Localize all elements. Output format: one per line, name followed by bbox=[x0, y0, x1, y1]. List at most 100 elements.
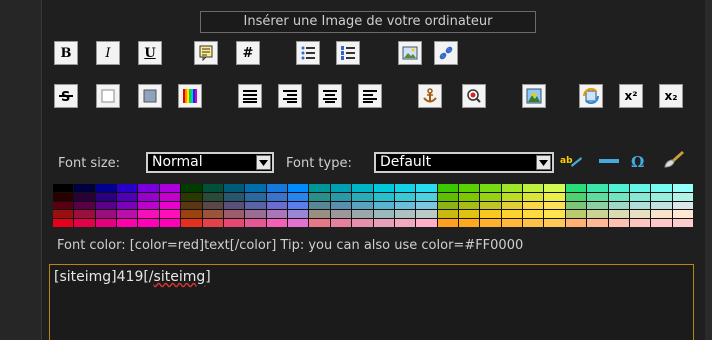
color-swatch[interactable] bbox=[394, 184, 416, 192]
color-swatch[interactable] bbox=[223, 210, 245, 219]
color-swatch[interactable] bbox=[565, 210, 587, 219]
color-swatch[interactable] bbox=[330, 184, 352, 192]
color-swatch[interactable] bbox=[394, 219, 416, 227]
color-swatch[interactable] bbox=[74, 201, 95, 210]
align-center-button[interactable] bbox=[318, 84, 342, 108]
color-picker-button[interactable] bbox=[178, 84, 202, 108]
color-swatch[interactable] bbox=[138, 184, 159, 192]
color-swatch[interactable] bbox=[53, 201, 74, 210]
color-swatch[interactable] bbox=[373, 184, 394, 192]
color-swatch[interactable] bbox=[458, 201, 480, 210]
color-swatch[interactable] bbox=[202, 192, 223, 201]
color-swatch[interactable] bbox=[95, 210, 117, 219]
align-right-button[interactable] bbox=[278, 84, 302, 108]
color-swatch[interactable] bbox=[309, 184, 330, 192]
color-swatch[interactable] bbox=[74, 192, 95, 201]
color-swatch[interactable] bbox=[53, 210, 74, 219]
color-swatch[interactable] bbox=[458, 184, 480, 192]
color-swatch[interactable] bbox=[288, 219, 309, 227]
color-swatch[interactable] bbox=[330, 219, 352, 227]
color-swatch[interactable] bbox=[117, 184, 138, 192]
bullet-list-button[interactable] bbox=[296, 41, 320, 65]
color-swatch[interactable] bbox=[501, 192, 523, 201]
color-swatch[interactable] bbox=[288, 184, 309, 192]
search-button[interactable] bbox=[462, 84, 486, 108]
color-swatch[interactable] bbox=[629, 184, 651, 192]
color-swatch[interactable] bbox=[480, 210, 501, 219]
color-swatch[interactable] bbox=[159, 201, 181, 210]
color-swatch[interactable] bbox=[138, 219, 159, 227]
color-swatch[interactable] bbox=[117, 201, 138, 210]
color-swatch[interactable] bbox=[330, 210, 352, 219]
color-swatch[interactable] bbox=[608, 210, 629, 219]
color-swatch[interactable] bbox=[458, 192, 480, 201]
color-swatch[interactable] bbox=[672, 192, 693, 201]
color-swatch[interactable] bbox=[95, 192, 117, 201]
color-swatch[interactable] bbox=[202, 201, 223, 210]
color-swatch[interactable] bbox=[587, 192, 608, 201]
color-swatch[interactable] bbox=[202, 210, 223, 219]
color-swatch[interactable] bbox=[565, 192, 587, 201]
color-swatch[interactable] bbox=[159, 210, 181, 219]
color-swatch[interactable] bbox=[608, 219, 629, 227]
color-swatch[interactable] bbox=[608, 192, 629, 201]
color-swatch[interactable] bbox=[672, 219, 693, 227]
color-swatch[interactable] bbox=[309, 201, 330, 210]
color-swatch[interactable] bbox=[53, 219, 74, 227]
color-swatch[interactable] bbox=[480, 201, 501, 210]
color-swatch[interactable] bbox=[117, 219, 138, 227]
color-swatch[interactable] bbox=[587, 201, 608, 210]
color-swatch[interactable] bbox=[651, 192, 672, 201]
color-swatch[interactable] bbox=[629, 192, 651, 201]
color-swatch[interactable] bbox=[437, 192, 458, 201]
color-swatch[interactable] bbox=[394, 210, 416, 219]
underline-button[interactable]: U bbox=[138, 41, 162, 65]
color-swatch[interactable] bbox=[352, 184, 373, 192]
color-swatch[interactable] bbox=[608, 184, 629, 192]
color-swatch[interactable] bbox=[117, 192, 138, 201]
color-swatch[interactable] bbox=[587, 184, 608, 192]
color-swatch[interactable] bbox=[373, 219, 394, 227]
color-swatch[interactable] bbox=[501, 219, 523, 227]
color-swatch[interactable] bbox=[501, 184, 523, 192]
color-swatch[interactable] bbox=[95, 201, 117, 210]
color-swatch[interactable] bbox=[651, 210, 672, 219]
subscript-button[interactable]: x₂ bbox=[659, 84, 683, 108]
color-swatch[interactable] bbox=[437, 201, 458, 210]
color-swatch[interactable] bbox=[565, 201, 587, 210]
color-swatch[interactable] bbox=[181, 184, 202, 192]
color-swatch[interactable] bbox=[309, 219, 330, 227]
color-swatch[interactable] bbox=[437, 219, 458, 227]
color-swatch[interactable] bbox=[544, 192, 565, 201]
color-swatch[interactable] bbox=[117, 210, 138, 219]
color-swatch[interactable] bbox=[629, 210, 651, 219]
color-swatch[interactable] bbox=[95, 219, 117, 227]
color-swatch[interactable] bbox=[587, 210, 608, 219]
color-swatch[interactable] bbox=[245, 192, 266, 201]
bold-button[interactable]: B bbox=[54, 41, 78, 65]
color-swatch[interactable] bbox=[523, 184, 544, 192]
color-swatch[interactable] bbox=[373, 210, 394, 219]
color-swatch[interactable] bbox=[523, 219, 544, 227]
color-swatch[interactable] bbox=[416, 184, 437, 192]
color-swatch[interactable] bbox=[138, 210, 159, 219]
anchor-button[interactable] bbox=[418, 84, 442, 108]
color-swatch[interactable] bbox=[53, 192, 74, 201]
spellcheck-icon[interactable]: ab bbox=[560, 152, 582, 170]
color-swatch[interactable] bbox=[181, 210, 202, 219]
color-swatch[interactable] bbox=[651, 201, 672, 210]
numbered-list-button[interactable] bbox=[336, 41, 360, 65]
insert-picture-button[interactable] bbox=[522, 84, 546, 108]
color-swatch[interactable] bbox=[159, 184, 181, 192]
color-swatch[interactable] bbox=[159, 192, 181, 201]
color-swatch[interactable] bbox=[501, 201, 523, 210]
align-left-button[interactable] bbox=[358, 84, 382, 108]
color-swatch[interactable] bbox=[288, 201, 309, 210]
color-swatch[interactable] bbox=[544, 219, 565, 227]
color-swatch[interactable] bbox=[416, 201, 437, 210]
insert-link-button[interactable] bbox=[434, 41, 458, 65]
color-swatch[interactable] bbox=[330, 201, 352, 210]
color-swatch[interactable] bbox=[480, 192, 501, 201]
color-swatch[interactable] bbox=[181, 192, 202, 201]
color-swatch[interactable] bbox=[416, 192, 437, 201]
